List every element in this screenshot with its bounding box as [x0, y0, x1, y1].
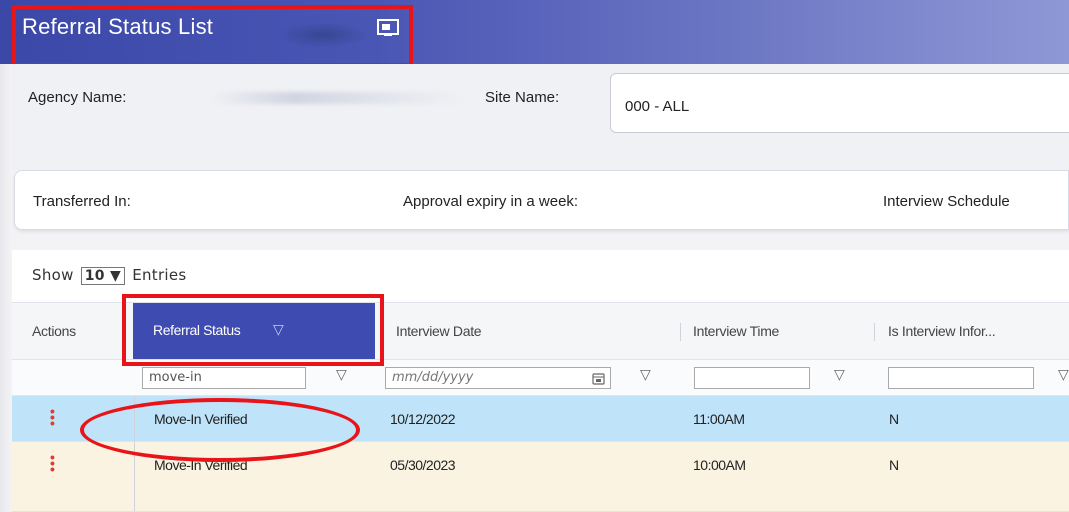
calendar-icon[interactable] [592, 372, 605, 385]
cell-interview-date: 10/12/2022 [390, 411, 456, 427]
filter-bar: Agency Name: Site Name: 000 - ALL [12, 64, 1069, 170]
agency-name-label: Agency Name: [28, 89, 127, 106]
kebab-menu-icon[interactable]: • • • [50, 450, 55, 476]
chevron-down-icon: ▼ [110, 268, 122, 284]
referral-table: Show 10 ▼ Entries Actions Interview Date… [12, 250, 1069, 512]
cell-interview-time: 11:00AM [693, 411, 745, 427]
show-label: Show [32, 266, 74, 284]
interview-date-filter-input[interactable]: mm/dd/yyyy [385, 367, 611, 389]
annotation-box-referral-status [122, 294, 384, 366]
summary-interview-scheduled: Interview Schedule [883, 193, 1010, 210]
is-interview-info-filter-input[interactable] [888, 367, 1034, 389]
entries-label: Entries [132, 266, 187, 284]
cell-interview-date: 05/30/2023 [390, 457, 456, 473]
site-name-select[interactable]: 000 - ALL [610, 73, 1069, 133]
page-size-value: 10 [84, 268, 105, 284]
filter-icon[interactable]: ▽ [640, 366, 651, 383]
summary-transferred-in: Transferred In: [33, 193, 131, 210]
interview-time-filter-input[interactable] [694, 367, 810, 389]
column-header-interview-time[interactable]: Interview Time [693, 323, 779, 339]
summary-panel: Transferred In: Approval expiry in a wee… [14, 170, 1069, 230]
cell-is-interview-info: N [889, 411, 899, 427]
cell-interview-time: 10:00AM [693, 457, 746, 473]
annotation-box-title [12, 5, 413, 67]
column-header-is-interview-info[interactable]: Is Interview Infor... [888, 323, 996, 339]
column-divider [680, 323, 681, 341]
show-entries: Show 10 ▼ Entries [32, 266, 187, 285]
site-name-label: Site Name: [485, 89, 560, 106]
column-header-interview-date[interactable]: Interview Date [396, 323, 482, 339]
kebab-menu-icon[interactable]: • • • [50, 404, 55, 430]
filter-icon[interactable]: ▽ [1058, 366, 1069, 383]
page-size-select[interactable]: 10 ▼ [80, 267, 126, 285]
column-divider [874, 323, 875, 341]
left-edge [0, 64, 12, 512]
page: Referral Status List Agency Name: Site N… [0, 0, 1069, 512]
referral-status-filter-input[interactable]: move-in [142, 367, 306, 389]
summary-approval-expiry: Approval expiry in a week: [403, 193, 579, 210]
agency-name-value-redacted [212, 92, 462, 104]
cell-is-interview-info: N [889, 457, 899, 473]
annotation-ellipse-move-in-verified [80, 398, 360, 462]
column-header-actions: Actions [32, 323, 76, 339]
filter-icon[interactable]: ▽ [834, 366, 845, 383]
filter-icon[interactable]: ▽ [336, 366, 347, 383]
